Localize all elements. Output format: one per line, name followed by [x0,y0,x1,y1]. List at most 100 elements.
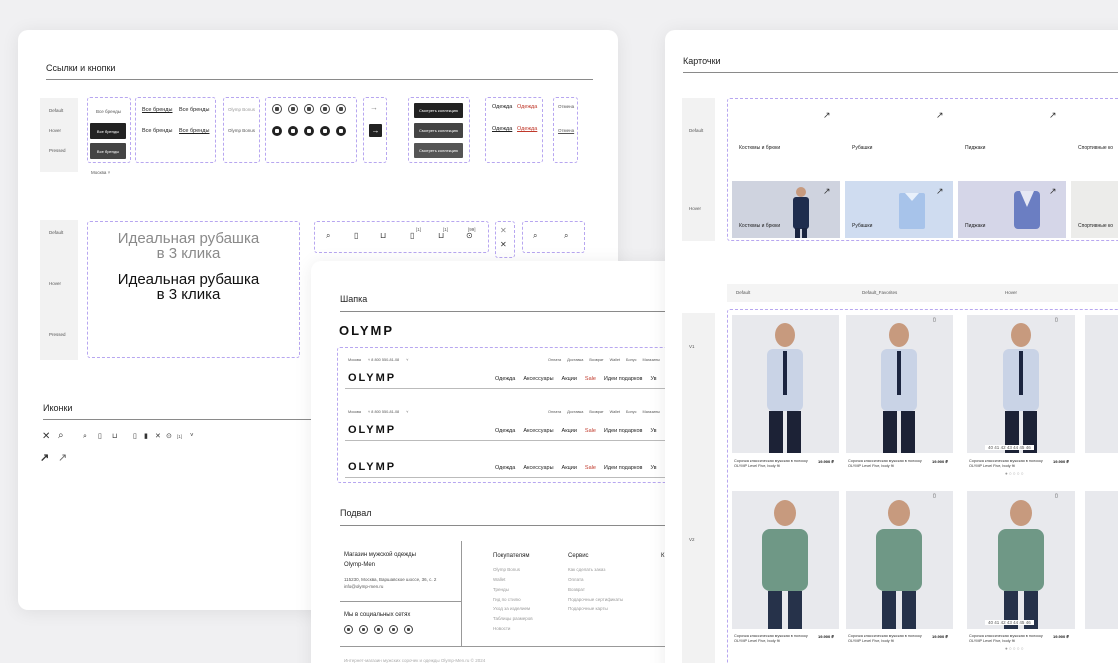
nav-item[interactable]: Одежда [495,376,515,382]
brands-link-underlined[interactable]: Все бренды [142,107,172,113]
vk-icon[interactable] [288,104,298,114]
footer-link[interactable]: Olymp Bonus [493,567,520,572]
footer-vk-icon[interactable] [359,625,368,634]
product-image[interactable] [732,491,839,629]
header2-phone[interactable]: 8 800 550-81-08 [371,410,399,414]
close-icon[interactable]: ✕ [500,227,507,235]
header1-phone[interactable]: 8 800 550-81-08 [371,358,399,362]
favorite-bookmark-icon[interactable]: ▯ [1055,494,1058,499]
nav-item[interactable]: Акции [562,465,577,471]
header1-city[interactable]: Москва [348,358,361,362]
image-pagination-dots[interactable]: ● ○ ○ ○ ○ [1005,646,1024,651]
compare-icon[interactable]: ⊙ [466,232,473,240]
footer-link[interactable]: Wallet [493,577,505,582]
footer-link[interactable]: Оплата [568,577,583,582]
footer-link[interactable]: Уход за изделием [493,606,530,611]
nav-item-sale[interactable]: Sale [585,428,596,434]
footer-link[interactable]: Как сделать заказ [568,567,605,572]
ok-icon-hover[interactable] [304,126,314,136]
header2-top-link[interactable]: Wallet [610,410,620,414]
size-selector[interactable]: 40 41 42 43 44 45 46 [985,620,1034,625]
nav-item[interactable]: Акции [562,376,577,382]
clothes-link-active[interactable]: Одежда [517,104,537,110]
telegram-icon[interactable] [272,104,282,114]
category-card-title[interactable]: Костюмы и брюки [739,145,780,151]
nav-item[interactable]: Одежда [495,465,515,471]
header2-logo[interactable]: OLYMP [348,424,396,436]
header2-top-link[interactable]: Доставка [567,410,583,414]
header1-top-link[interactable]: Магазины [643,358,660,362]
product-name[interactable]: Сорочка классическая мужская в полоску O… [969,459,1051,469]
nav-item-sale[interactable]: Sale [585,465,596,471]
category-card-title-hover[interactable]: Рубашки [852,223,872,229]
category-card-title-hover[interactable]: Костюмы и брюки [739,223,780,229]
brands-link-hover[interactable]: Все бренды [142,128,172,134]
nav-item[interactable]: Идеи подарков [604,428,643,434]
product-name[interactable]: Сорочка классическая мужская в полоску O… [848,634,930,644]
city-select[interactable]: Москва ˅ [91,170,110,175]
header1-top-link[interactable]: Бонус [626,358,636,362]
ok-icon[interactable] [304,104,314,114]
product-name[interactable]: Сорочка классическая мужская в полоску O… [734,634,816,644]
youtube-icon[interactable] [320,104,330,114]
product-image-hover[interactable] [967,491,1075,629]
favorite-bookmark-icon[interactable]: ▯ [1055,318,1058,323]
brands-button-default[interactable]: Все бренды [96,109,121,114]
nav-item[interactable]: Ув [650,376,656,382]
footer-dzen-icon[interactable] [404,625,413,634]
nav-item[interactable]: Аксессуары [523,376,553,382]
arrow-right-button-hover[interactable]: → [369,124,382,137]
cancel-link-hover[interactable]: Отмена [558,128,574,133]
product-name[interactable]: Сорочка классическая мужская в полоску O… [734,459,816,469]
clothes-link-active-hover[interactable]: Одежда [517,126,537,132]
header1-logo[interactable]: OLYMP [348,372,396,384]
header2-top-link[interactable]: Бонус [626,410,636,414]
olymp-logo[interactable]: OLYMP [339,323,394,338]
clothes-link-hover[interactable]: Одежда [492,126,512,132]
bonus-link[interactable]: Olymp Bonus [228,107,255,112]
cart-count-icon[interactable]: ⊔ [438,232,444,240]
product-image[interactable] [1085,491,1118,629]
dzen-icon-hover[interactable] [336,126,346,136]
product-image[interactable] [1085,315,1118,453]
category-card-title[interactable]: Рубашки [852,145,872,151]
hero-text-hover[interactable]: Идеальная рубашка в 3 клика [87,272,290,302]
product-image-hover[interactable] [967,315,1075,453]
cancel-link[interactable]: Отмена [558,104,574,109]
footer-link[interactable]: Новости [493,626,510,631]
youtube-icon-hover[interactable] [320,126,330,136]
search-icon-small-hover[interactable]: ⌕ [564,232,568,240]
cart-icon[interactable]: ⊔ [380,232,386,240]
nav-item[interactable]: Акции [562,428,577,434]
brands-link[interactable]: Все бренды [179,107,209,113]
nav-item[interactable]: Идеи подарков [604,376,643,382]
close-icon-hover[interactable]: ✕ [500,241,507,249]
size-selector[interactable]: 40 41 42 43 44 45 46 [985,445,1034,450]
collection-button-pressed[interactable]: Смотреть коллекцию [414,143,463,158]
header2-top-link[interactable]: Магазины [643,410,660,414]
footer-link[interactable]: Тренды [493,587,509,592]
nav-item[interactable]: Идеи подарков [604,465,643,471]
nav-item[interactable]: Аксессуары [523,465,553,471]
footer-link[interactable]: Гид по стилю [493,597,521,602]
dzen-icon[interactable] [336,104,346,114]
nav-item-sale[interactable]: Sale [585,376,596,382]
search-icon-small[interactable]: ⌕ [533,232,537,240]
footer-telegram-icon[interactable] [344,625,353,634]
brands-link-hover-underlined[interactable]: Все бренды [179,128,209,134]
bookmark-count-icon[interactable]: ▯ [410,232,414,240]
product-image[interactable] [846,491,953,629]
footer-link[interactable]: Подарочные сертификаты [568,597,623,602]
category-card-title-hover[interactable]: Спортивные ко [1078,223,1113,229]
header3-logo[interactable]: OLYMP [348,461,396,473]
footer-ok-icon[interactable] [374,625,383,634]
footer-youtube-icon[interactable] [389,625,398,634]
footer-link[interactable]: Подарочные карты [568,606,608,611]
collection-button-hover[interactable]: Смотреть коллекцию [414,123,463,138]
telegram-icon-hover[interactable] [272,126,282,136]
bonus-link-hover[interactable]: Olymp Bonus [228,128,255,133]
collection-button[interactable]: Смотреть коллекцию [414,103,463,118]
product-name[interactable]: Сорочка классическая мужская в полоску O… [969,634,1051,644]
search-icon[interactable]: ⌕ [326,232,330,240]
nav-item[interactable]: Ув [650,428,656,434]
